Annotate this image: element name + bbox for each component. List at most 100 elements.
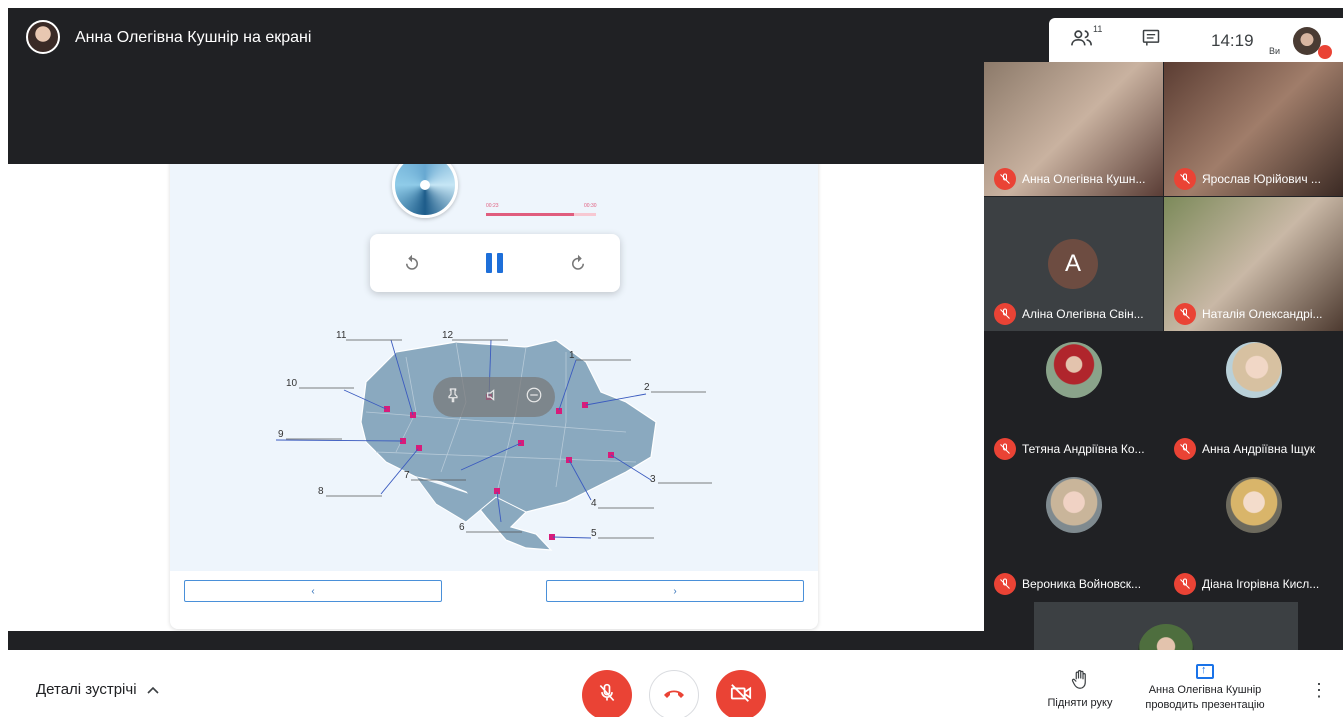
- music-disc: [392, 164, 458, 218]
- audio-progress-fill: [486, 213, 574, 216]
- participant-tile[interactable]: A Аліна Олегівна Свін...: [984, 197, 1163, 331]
- map-label-9: 9: [278, 429, 284, 440]
- participant-tile[interactable]: Тетяна Андріївна Ко...: [984, 332, 1163, 466]
- map-label-12: 12: [442, 330, 454, 341]
- forward-icon[interactable]: [563, 248, 593, 278]
- map-label-11: 11: [336, 330, 347, 341]
- presenter-avatar: [26, 20, 60, 54]
- self-avatar[interactable]: [1293, 27, 1321, 55]
- map-label-10: 10: [286, 378, 298, 389]
- participant-name: Тетяна Андріївна Ко...: [1022, 442, 1145, 456]
- camera-off-icon: [730, 683, 752, 708]
- presenter-bar: Анна Олегівна Кушнір на екрані: [8, 8, 984, 68]
- participant-tile[interactable]: Наталія Олександрі...: [1164, 197, 1343, 331]
- mic-off-icon: [994, 303, 1016, 325]
- participant-label: Анна Олегівна Кушн...: [994, 168, 1145, 190]
- footer-toolbar: Деталі зустрічі Підняти руку ↑ Анна Олег…: [0, 650, 1343, 717]
- presenter-name: Анна Олегівна Кушнір: [1148, 684, 1262, 696]
- meeting-details-button[interactable]: Деталі зустрічі: [36, 681, 159, 698]
- mic-off-icon: [1174, 168, 1196, 190]
- camera-toggle-button[interactable]: [716, 670, 766, 717]
- mic-off-icon: [994, 168, 1016, 190]
- pause-icon[interactable]: [480, 248, 510, 278]
- participant-grid: Анна Олегівна Кушн... Ярослав Юрійович .…: [984, 62, 1343, 650]
- hangup-button[interactable]: [649, 670, 699, 717]
- participant-tile[interactable]: Ярослав Юрійович ...: [1164, 62, 1343, 196]
- participant-name: Діана Ігорівна Кисл...: [1202, 577, 1320, 591]
- participant-avatar: [1226, 342, 1282, 398]
- map-label-4: 4: [591, 498, 597, 509]
- mic-off-icon: [1174, 438, 1196, 460]
- mic-off-icon: [1174, 573, 1196, 595]
- map-label-7: 7: [404, 470, 410, 481]
- top-right-toolbar: 11 14:19 Ви: [1049, 18, 1343, 62]
- participant-label: Анна Андріївна Іщук: [1174, 438, 1315, 460]
- map-label-1: 1: [569, 350, 575, 361]
- participant-name: Аліна Олегівна Свін...: [1022, 307, 1144, 321]
- mic-off-icon: [994, 573, 1016, 595]
- mic-toggle-button[interactable]: [582, 670, 632, 717]
- mic-off-icon: [1318, 45, 1332, 59]
- map-label-2: 2: [644, 382, 650, 393]
- remove-icon[interactable]: [525, 386, 543, 409]
- participant-avatar: A: [1048, 239, 1098, 289]
- participant-tile[interactable]: Діана Ігорівна Кисл...: [1164, 467, 1343, 601]
- time-duration: 00:30: [584, 203, 597, 209]
- mic-off-icon: [597, 683, 617, 708]
- map-label-3: 3: [650, 474, 656, 485]
- participant-label: Вероника Войновск...: [994, 573, 1141, 595]
- raise-hand-label: Підняти руку: [1047, 697, 1113, 709]
- mic-off-icon: [1174, 303, 1196, 325]
- next-slide-button[interactable]: ›: [546, 580, 804, 602]
- participant-label: Ярослав Юрійович ...: [1174, 168, 1321, 190]
- people-icon[interactable]: [1071, 28, 1093, 53]
- map-label-6: 6: [459, 522, 465, 533]
- mute-icon[interactable]: [485, 387, 501, 408]
- presenter-title: Анна Олегівна Кушнір на екрані: [75, 29, 312, 46]
- participant-label: Наталія Олександрі...: [1174, 303, 1323, 325]
- rewind-icon[interactable]: [397, 248, 427, 278]
- participant-name: Ярослав Юрійович ...: [1202, 172, 1321, 186]
- clock: 14:19: [1211, 31, 1254, 50]
- ukraine-map: 1 2 3 4 5 6 7 8 9 10 11 12: [266, 312, 724, 568]
- participant-label: Тетяна Андріївна Ко...: [994, 438, 1145, 460]
- you-label: Ви: [1269, 46, 1281, 56]
- time-current: 00:23: [486, 203, 499, 209]
- participant-name: Вероника Войновск...: [1022, 577, 1142, 591]
- more-vert-icon[interactable]: ⋮: [1310, 680, 1328, 701]
- presentation-overlay-controls: [433, 377, 555, 417]
- participant-avatar: [1046, 477, 1102, 533]
- map-label-8: 8: [318, 486, 324, 497]
- pin-icon[interactable]: [445, 387, 461, 408]
- presentation-status-button[interactable]: Анна Олегівна Кушнір проводить презентац…: [1130, 663, 1280, 713]
- participant-name: Анна Олегівна Кушн...: [1022, 172, 1146, 186]
- participant-avatar: [1046, 342, 1102, 398]
- raise-hand-button[interactable]: Підняти руку: [1040, 670, 1120, 709]
- participant-tile[interactable]: Вероника Войновск...: [984, 467, 1163, 601]
- participant-name: Наталія Олександрі...: [1202, 307, 1323, 321]
- meeting-details-label: Деталі зустрічі: [36, 681, 137, 698]
- stage-bottom-strip: [8, 631, 984, 650]
- participants-count: 11: [1093, 24, 1103, 34]
- audio-progress[interactable]: [486, 213, 596, 216]
- chevron-up-icon: [146, 681, 159, 698]
- meet-window: Анна Олегівна Кушнір на екрані 00:23 00:…: [0, 0, 1343, 717]
- presenting-text: проводить презентацію: [1145, 699, 1265, 711]
- participant-tile[interactable]: [1034, 602, 1298, 650]
- chat-icon[interactable]: [1141, 28, 1161, 53]
- audio-player: [370, 234, 620, 292]
- mic-off-icon: [994, 438, 1016, 460]
- prev-slide-button[interactable]: ‹: [184, 580, 442, 602]
- ukraine-map-svg: 1 2 3 4 5 6 7 8 9 10 11 12: [275, 330, 712, 551]
- present-icon: [1196, 663, 1214, 679]
- hand-icon: [1040, 670, 1120, 695]
- map-label-5: 5: [591, 528, 597, 539]
- participant-tile[interactable]: Анна Олегівна Кушн...: [984, 62, 1163, 196]
- participant-label: Аліна Олегівна Свін...: [994, 303, 1144, 325]
- participant-tile[interactable]: Анна Андріївна Іщук: [1164, 332, 1343, 466]
- participant-avatar: [1226, 477, 1282, 533]
- participant-avatar: [1138, 624, 1194, 650]
- participant-label: Діана Ігорівна Кисл...: [1174, 573, 1319, 595]
- hangup-icon: [662, 686, 686, 704]
- participant-name: Анна Андріївна Іщук: [1202, 442, 1316, 456]
